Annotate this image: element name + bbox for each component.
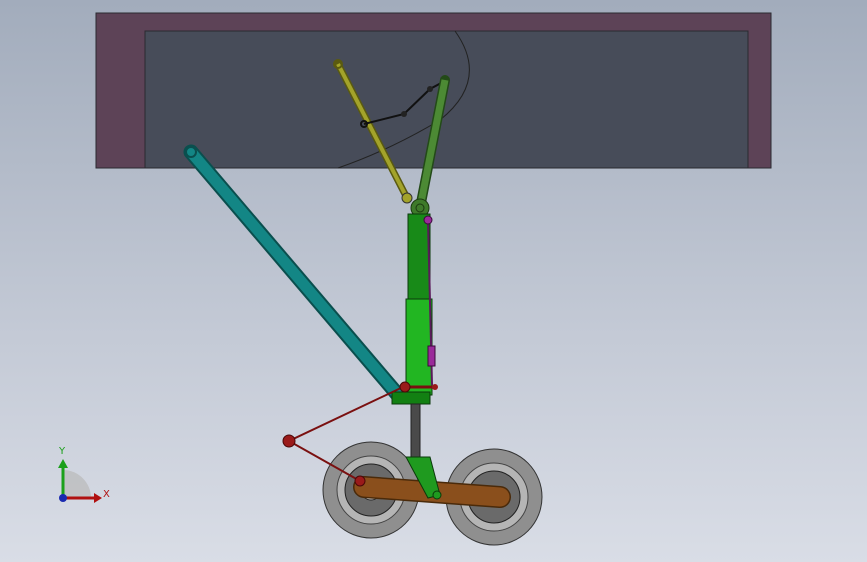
cad-viewport[interactable]: Y X — [0, 0, 867, 562]
drag-strut[interactable] — [183, 144, 406, 403]
triad-x-label: X — [103, 489, 110, 500]
triad-y-label: Y — [58, 446, 66, 457]
orientation-triad: Y X — [58, 446, 110, 503]
shock-strut[interactable] — [391, 213, 436, 460]
